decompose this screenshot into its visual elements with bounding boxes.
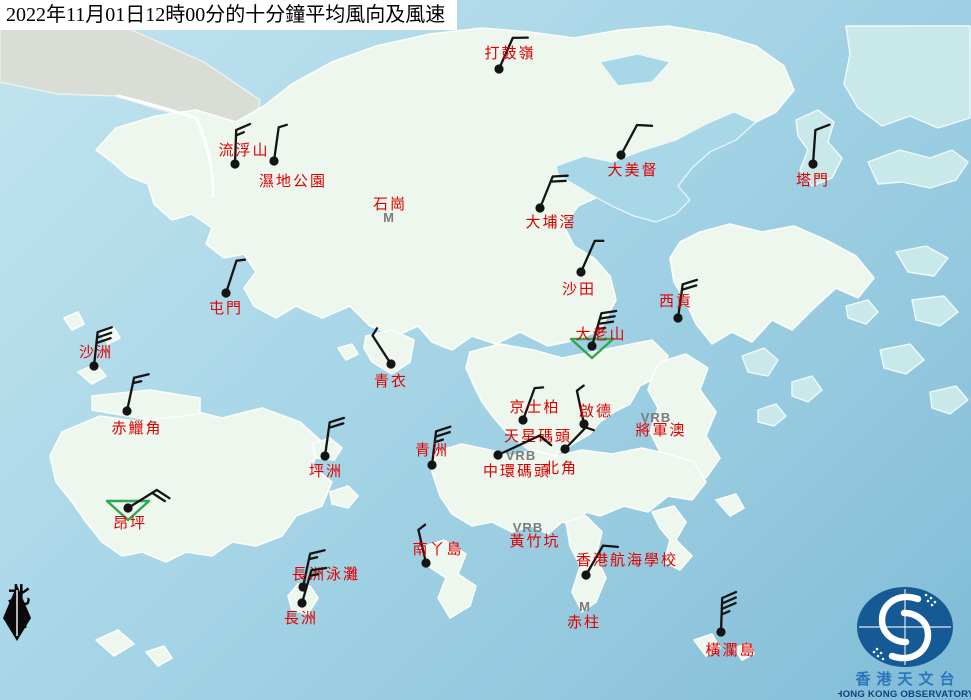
station-sha-chau[interactable]: 沙洲: [79, 327, 113, 370]
station-sha-tin[interactable]: 沙田: [562, 241, 603, 298]
station-cheung-chau-beach[interactable]: 長洲泳灘: [292, 550, 360, 591]
station-label: 昂坪: [113, 514, 147, 532]
wind-barb-icon: [127, 374, 149, 411]
station-ngong-ping[interactable]: 昂坪: [107, 490, 169, 532]
station-dot: [616, 150, 625, 159]
station-label: 將軍澳: [635, 421, 686, 439]
north-arrow-icon: [2, 584, 36, 646]
station-label: 屯門: [209, 299, 243, 317]
station-tap-mun[interactable]: 塔門: [796, 125, 830, 189]
station-tuen-mun[interactable]: 屯門: [209, 260, 245, 317]
station-label: 橫瀾島: [705, 641, 756, 659]
station-dot: [535, 203, 544, 212]
wind-barb-icon: [581, 241, 603, 272]
station-dot: [673, 313, 682, 322]
station-label: 北角: [544, 459, 578, 477]
station-lau-fau-shan[interactable]: 流浮山: [218, 124, 269, 168]
station-label: 濕地公園: [259, 172, 327, 190]
wind-barb-icon: [226, 260, 245, 293]
station-label: 大美督: [607, 161, 658, 179]
compass-north-indicator: 北 N: [2, 584, 36, 632]
station-kai-tak[interactable]: 啟德: [577, 386, 613, 429]
station-dot: [808, 159, 817, 168]
station-dot: [427, 460, 436, 469]
wind-barb-icon: [274, 125, 287, 161]
station-stanley[interactable]: M赤柱: [567, 599, 601, 631]
station-dot: [123, 503, 132, 512]
station-chek-lap-kok[interactable]: 赤鱲角: [111, 374, 162, 437]
station-kings-park[interactable]: 京士柏: [509, 387, 560, 424]
station-label: 大老山: [575, 325, 626, 343]
station-label: 塔門: [796, 171, 830, 189]
station-label: 青衣: [374, 372, 408, 390]
station-label: 長洲: [284, 609, 318, 627]
station-label: 香港航海學校: [576, 551, 678, 569]
station-dot: [269, 156, 278, 165]
station-dot: [421, 558, 430, 567]
missing-data-tag: M: [579, 599, 591, 614]
wind-barb-icon: [813, 125, 829, 164]
station-dot: [297, 598, 306, 607]
map-title: 2022年11月01日12時00分的十分鐘平均風向及風速: [0, 0, 457, 30]
station-ta-kwu-ling[interactable]: 打鼓嶺: [484, 38, 535, 74]
station-label: 沙洲: [79, 343, 113, 361]
station-label: 赤柱: [567, 613, 601, 631]
station-waglan-island[interactable]: 橫瀾島: [705, 592, 756, 659]
wind-barb-icon: [325, 418, 344, 456]
wind-barb-icon: [540, 176, 568, 208]
station-label: 南丫島: [412, 540, 463, 558]
hko-logo: 香港天文台 HONG KONG OBSERVATORY: [838, 582, 971, 700]
station-dot: [493, 450, 502, 459]
station-label: 京士柏: [509, 398, 560, 416]
station-label: 石崗: [373, 195, 407, 213]
station-dot: [230, 159, 239, 168]
wind-barb-icon: [128, 490, 169, 508]
station-dot: [494, 64, 503, 73]
station-hk-sea-school[interactable]: 香港航海學校: [576, 546, 678, 580]
stations-layer: 流浮山濕地公園M石崗打鼓嶺大美督大埔滘塔門屯門沙田西貢大老山沙洲赤鱲角青衣坪洲青…: [0, 0, 971, 700]
station-dot: [221, 288, 230, 297]
station-shek-kong[interactable]: M石崗: [373, 195, 407, 225]
station-dot: [320, 451, 329, 460]
station-green-island[interactable]: 青洲: [415, 427, 450, 470]
logo-chinese-name: 香港天文台: [855, 670, 960, 688]
station-dot: [89, 361, 98, 370]
station-dot: [122, 406, 131, 415]
station-dot: [576, 267, 585, 276]
station-label: 流浮山: [218, 141, 269, 159]
station-label: 中環碼頭: [483, 462, 551, 480]
station-dot: [581, 570, 590, 579]
logo-english-name: HONG KONG OBSERVATORY: [838, 689, 971, 700]
station-peng-chau[interactable]: 坪洲: [309, 418, 344, 480]
station-label: 青洲: [415, 441, 449, 459]
hko-wind-map: 流浮山濕地公園M石崗打鼓嶺大美督大埔滘塔門屯門沙田西貢大老山沙洲赤鱲角青衣坪洲青…: [0, 0, 971, 700]
station-label: 大埔滘: [525, 213, 576, 231]
station-tsing-yi[interactable]: 青衣: [373, 328, 409, 390]
station-label: 沙田: [562, 280, 596, 298]
station-dot: [518, 415, 527, 424]
wind-barb-icon: [373, 328, 392, 364]
station-dot: [386, 359, 395, 368]
station-tai-mei-tuk[interactable]: 大美督: [607, 125, 658, 179]
station-label: 啟德: [579, 402, 613, 420]
station-sai-kung[interactable]: 西貢: [659, 280, 697, 323]
station-star-ferry[interactable]: VRB天星碼頭: [504, 427, 572, 463]
station-tseung-kwan-o[interactable]: VRB將軍澳: [635, 410, 686, 439]
wind-barb-icon: [621, 125, 652, 155]
station-tai-po-kau[interactable]: 大埔滘: [525, 176, 576, 231]
station-wong-chuk-hang[interactable]: VRB黃竹坑: [509, 520, 560, 550]
station-dot: [560, 444, 569, 453]
station-label: 坪洲: [309, 462, 343, 480]
station-dot: [716, 627, 725, 636]
station-label: 西貢: [659, 292, 693, 310]
station-tates-cairn[interactable]: 大老山: [571, 311, 627, 358]
wind-barb-icon: [721, 592, 736, 632]
station-lamma-island[interactable]: 南丫島: [412, 525, 463, 568]
station-label: 打鼓嶺: [484, 44, 535, 62]
station-label: 赤鱲角: [111, 419, 162, 437]
station-label: 黃竹坑: [509, 532, 560, 550]
